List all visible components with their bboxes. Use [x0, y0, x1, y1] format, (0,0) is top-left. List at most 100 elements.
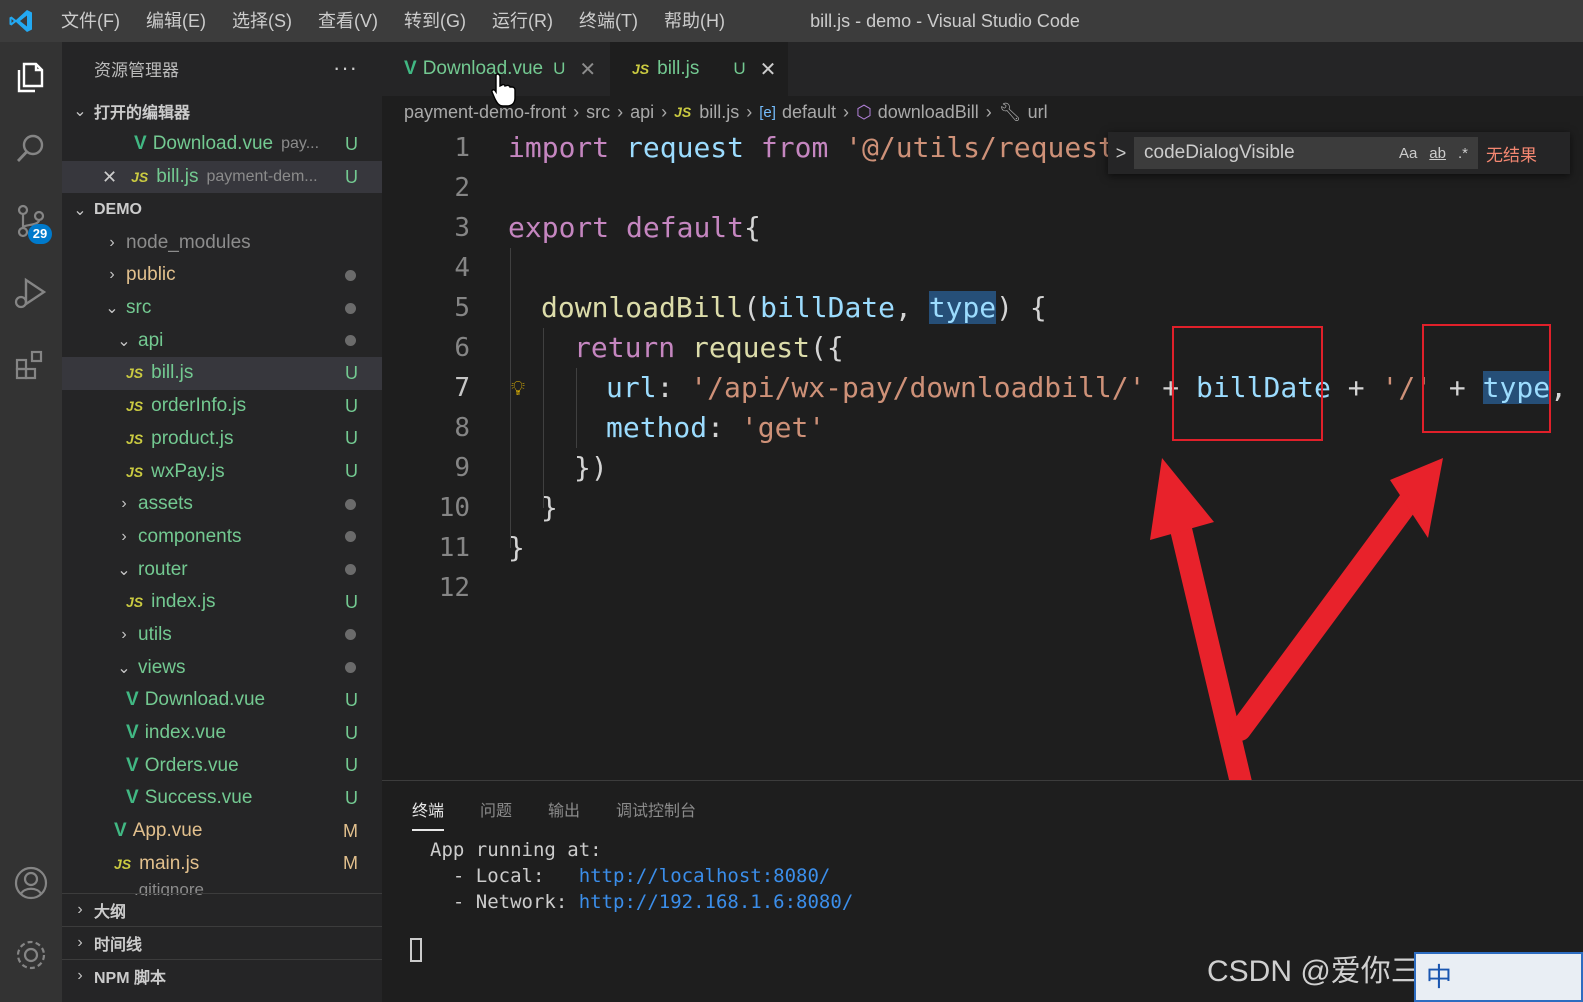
settings-gear-icon[interactable]	[0, 924, 62, 986]
menu-edit[interactable]: 编辑(E)	[133, 0, 219, 42]
code-line-9: 9 })	[382, 448, 1583, 488]
git-status: U	[345, 362, 358, 383]
tree-folder-assets[interactable]: › assets	[62, 488, 382, 521]
js-file-icon: JS	[126, 463, 144, 480]
tree-file-app-vue[interactable]: V App.vue M	[62, 815, 382, 848]
file-name: Download.vue	[152, 133, 274, 155]
tree-file-orders-vue[interactable]: V Orders.vue U	[62, 749, 382, 782]
tree-file-success-vue[interactable]: V Success.vue U	[62, 782, 382, 815]
tree-file-product-js[interactable]: JS product.js U	[62, 423, 382, 456]
more-actions-icon[interactable]: ···	[333, 55, 358, 81]
tree-file-download-vue[interactable]: V Download.vue U	[62, 684, 382, 717]
outline-section[interactable]: › 大纲	[62, 893, 382, 926]
open-editor-download-vue[interactable]: V Download.vue pay... U	[62, 128, 382, 161]
breadcrumb-item[interactable]: api	[630, 102, 654, 123]
find-result-count: 无结果	[1486, 145, 1537, 165]
breadcrumb-item[interactable]: downloadBill	[878, 102, 979, 123]
method-symbol-icon: ⬡	[855, 101, 872, 122]
panel-tabs: 终端 问题 输出 调试控制台	[412, 797, 696, 831]
lightbulb-icon[interactable]: 💡︎	[511, 368, 525, 408]
match-case-toggle[interactable]: Aa	[1399, 145, 1417, 162]
breadcrumb-item[interactable]: bill.js	[699, 102, 739, 123]
chevron-down-icon: ⌄	[117, 659, 131, 677]
code-text: }	[541, 491, 558, 524]
breadcrumb-item[interactable]: payment-demo-front	[404, 102, 566, 123]
tree-file-index-vue[interactable]: V index.vue U	[62, 717, 382, 750]
tab-bill-js[interactable]: JS bill.js U ✕	[610, 42, 788, 96]
tree-folder-components[interactable]: › components	[62, 521, 382, 554]
folder-name: router	[138, 558, 188, 580]
run-debug-icon[interactable]	[0, 262, 62, 324]
breadcrumb-item[interactable]: url	[1028, 102, 1048, 123]
explorer-title: 资源管理器	[94, 60, 179, 80]
chevron-right-icon: ›	[109, 233, 115, 251]
file-name: wxPay.js	[151, 460, 225, 482]
npm-scripts-section[interactable]: › NPM 脚本	[62, 959, 382, 992]
breadcrumb-item[interactable]: src	[586, 102, 610, 123]
tab-terminal[interactable]: 终端	[412, 797, 445, 831]
git-status: U	[345, 787, 358, 808]
chevron-right-icon: ›	[121, 625, 127, 643]
status-dot	[345, 302, 356, 314]
open-editor-bill-js[interactable]: ✕ JS bill.js payment-dem... U	[62, 160, 382, 194]
project-section[interactable]: ⌄ DEMO	[62, 193, 382, 226]
file-name: Success.vue	[144, 787, 253, 809]
tree-file-main-js[interactable]: JS main.js M	[62, 847, 382, 880]
code-line-4: 4	[382, 248, 1583, 288]
tree-folder-public[interactable]: › public	[62, 259, 382, 292]
open-editors-section[interactable]: ⌄ 打开的编辑器	[62, 94, 382, 128]
menu-go[interactable]: 转到(G)	[391, 0, 479, 42]
tree-folder-views[interactable]: ⌄ views	[62, 651, 382, 684]
line-number: 10	[438, 493, 470, 523]
menu-terminal[interactable]: 终端(T)	[566, 0, 651, 42]
tree-file-orderinfo-js[interactable]: JS orderInfo.js U	[62, 390, 382, 423]
timeline-section[interactable]: › 时间线	[62, 926, 382, 959]
find-widget: > codeDialogVisible Aa ab .* 无结果	[1108, 132, 1570, 174]
menu-run[interactable]: 运行(R)	[479, 0, 566, 42]
tree-folder-api[interactable]: ⌄ api	[62, 324, 382, 357]
terminal-line: - Network: http://192.168.1.6:8080/	[430, 891, 854, 913]
menu-view[interactable]: 查看(V)	[305, 0, 391, 42]
tree-folder-router[interactable]: ⌄ router	[62, 553, 382, 586]
breadcrumb-item[interactable]: default	[782, 102, 836, 123]
regex-toggle[interactable]: .*	[1458, 145, 1468, 162]
code-editor[interactable]: 1 import request from '@/utils/request' …	[382, 128, 1583, 780]
explorer-header: 资源管理器 ···	[62, 42, 382, 94]
find-input[interactable]: codeDialogVisible Aa ab .*	[1134, 137, 1478, 169]
tab-output[interactable]: 输出	[548, 797, 580, 831]
tab-problems[interactable]: 问题	[480, 797, 512, 831]
local-url-link[interactable]: http://localhost:8080/	[579, 865, 831, 887]
close-icon[interactable]: ✕	[102, 167, 117, 188]
tree-file-bill-js[interactable]: JS bill.js U	[62, 357, 382, 390]
js-file-icon: JS	[632, 61, 650, 77]
breadcrumb: payment-demo-front › src › api › JS bill…	[404, 96, 1048, 128]
tree-folder-node-modules[interactable]: › node_modules	[62, 226, 382, 259]
menu-file[interactable]: 文件(F)	[48, 0, 133, 42]
tree-folder-src[interactable]: ⌄ src	[62, 292, 382, 325]
account-icon[interactable]	[0, 852, 62, 914]
network-url-link[interactable]: http://192.168.1.6:8080/	[579, 891, 854, 913]
tree-folder-utils[interactable]: › utils	[62, 619, 382, 652]
js-file-icon: JS	[131, 169, 149, 186]
tree-file-index-js[interactable]: JS index.js U	[62, 586, 382, 619]
js-file-icon: JS	[114, 855, 132, 872]
ime-indicator[interactable]: 中	[1414, 952, 1583, 1002]
file-name: Orders.vue	[144, 754, 239, 776]
toggle-replace-chevron-icon[interactable]: >	[1108, 143, 1134, 164]
search-icon[interactable]	[0, 118, 62, 180]
chevron-right-icon: ›	[661, 101, 668, 122]
code-line-2: 2	[382, 168, 1583, 208]
source-control-icon[interactable]: 29	[0, 190, 62, 252]
folder-name: components	[138, 525, 242, 547]
close-icon[interactable]: ✕	[579, 57, 596, 82]
menu-selection[interactable]: 选择(S)	[219, 0, 305, 42]
tree-file-wxpay-js[interactable]: JS wxPay.js U	[62, 455, 382, 488]
close-icon[interactable]: ✕	[760, 57, 777, 82]
chevron-right-icon: ›	[842, 101, 849, 122]
extensions-icon[interactable]	[0, 334, 62, 396]
terminal-output[interactable]: App running at: - Local: http://localhos…	[430, 837, 853, 915]
code-line-6: 6 return request({	[382, 328, 1583, 368]
explorer-icon[interactable]	[0, 46, 62, 108]
whole-word-toggle[interactable]: ab	[1429, 145, 1446, 162]
tab-debug-console[interactable]: 调试控制台	[616, 797, 696, 831]
